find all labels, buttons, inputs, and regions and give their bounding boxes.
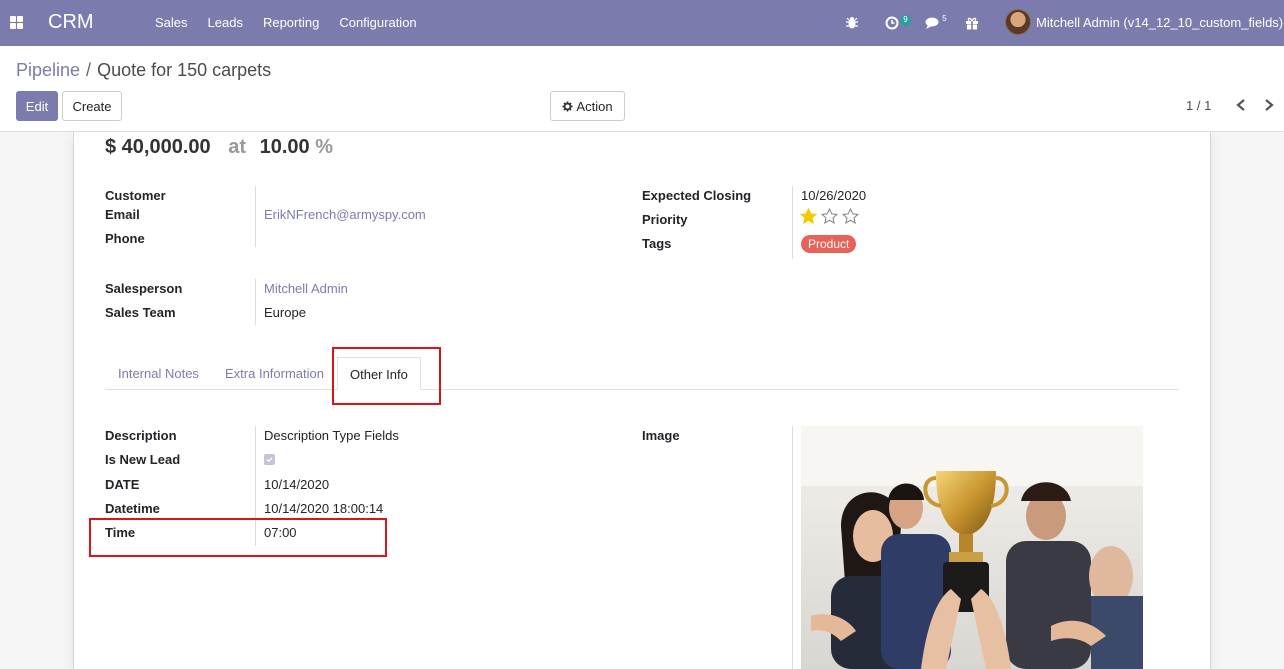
user-name: Mitchell Admin (v14_12_10_custom_fields)	[1036, 14, 1284, 30]
create-button[interactable]: Create	[62, 91, 122, 121]
breadcrumb: Pipeline / Quote for 150 carpets	[16, 60, 271, 81]
expected-revenue: $ 40,000.00 at 10.00 %	[105, 136, 333, 159]
sales-team-label: Sales Team	[105, 305, 176, 320]
description-label: Description	[105, 428, 177, 443]
lead-image[interactable]	[801, 426, 1143, 669]
date-label: DATE	[105, 477, 140, 492]
image-label: Image	[642, 428, 680, 443]
menu-leads[interactable]: Leads	[208, 15, 243, 30]
field-divider	[255, 426, 256, 546]
edit-button[interactable]: Edit	[16, 91, 58, 121]
sales-team-field[interactable]: Europe	[264, 305, 306, 320]
main-menu: Sales Leads Reporting Configuration	[155, 15, 417, 30]
apps-menu-icon[interactable]	[10, 16, 23, 29]
priority-star-icon[interactable]	[799, 207, 818, 225]
field-divider	[792, 426, 793, 669]
activity-clock-icon[interactable]: 9	[885, 13, 911, 33]
priority-star-icon[interactable]	[841, 207, 860, 225]
check-icon	[266, 457, 273, 463]
chevron-right-icon[interactable]	[1262, 97, 1276, 113]
field-divider	[792, 186, 793, 259]
menu-configuration[interactable]: Configuration	[339, 15, 416, 30]
expected-closing-label: Expected Closing	[642, 188, 752, 203]
at-label: at	[228, 136, 247, 158]
datetime-label: Datetime	[105, 501, 160, 516]
tags-label: Tags	[642, 236, 672, 251]
action-button[interactable]: Action	[550, 91, 625, 121]
tab-internal-notes[interactable]: Internal Notes	[118, 357, 199, 390]
menu-sales[interactable]: Sales	[155, 15, 188, 30]
datetime-field[interactable]: 10/14/2020 18:00:14	[264, 501, 383, 516]
action-label: Action	[576, 98, 613, 114]
priority-label: Priority	[642, 212, 688, 227]
expected-closing-field[interactable]: 10/26/2020	[801, 188, 866, 203]
is-new-lead-checkbox[interactable]	[264, 454, 275, 465]
field-divider	[255, 186, 256, 247]
debug-bug-icon[interactable]	[845, 13, 863, 33]
is-new-lead-label: Is New Lead	[105, 452, 181, 467]
customer-label: Customer	[105, 188, 166, 203]
top-navbar: CRM Sales Leads Reporting Configuration …	[0, 0, 1284, 46]
probability-value[interactable]: 10.00	[260, 136, 310, 158]
gear-icon	[562, 100, 573, 112]
user-menu[interactable]: Mitchell Admin (v14_12_10_custom_fields)	[1005, 9, 1283, 35]
breadcrumb-pipeline[interactable]: Pipeline	[16, 60, 80, 80]
field-divider	[255, 279, 256, 325]
priority-star-icon[interactable]	[820, 207, 839, 225]
tab-extra-information[interactable]: Extra Information	[225, 357, 324, 390]
salesperson-label: Salesperson	[105, 281, 183, 296]
tab-other-info[interactable]: Other Info	[337, 357, 421, 390]
control-panel: Pipeline / Quote for 150 carpets Edit Crea…	[0, 46, 1284, 132]
messages-badge: 5	[942, 14, 947, 23]
phone-label: Phone	[105, 231, 145, 246]
avatar	[1005, 9, 1031, 35]
email-label: Email	[105, 207, 140, 222]
menu-reporting[interactable]: Reporting	[263, 15, 319, 30]
activity-badge: 9	[900, 15, 911, 26]
time-field[interactable]: 07:00	[264, 525, 297, 540]
pager-value[interactable]: 1 / 1	[1186, 98, 1211, 113]
breadcrumb-separator: /	[86, 60, 92, 80]
chevron-left-icon[interactable]	[1234, 97, 1248, 113]
percent-sign: %	[315, 136, 333, 158]
priority-stars	[799, 207, 860, 225]
time-label: Time	[105, 525, 136, 540]
tag-product[interactable]: Product	[801, 235, 857, 253]
systray: 9 5	[845, 10, 1005, 36]
salesperson-field[interactable]: Mitchell Admin	[264, 281, 348, 296]
messages-chat-icon[interactable]: 5	[925, 13, 947, 33]
app-name[interactable]: CRM	[48, 11, 94, 34]
gift-icon[interactable]	[965, 13, 983, 33]
email-field[interactable]: ErikNFrench@armyspy.com	[264, 207, 426, 222]
date-field[interactable]: 10/14/2020	[264, 477, 329, 492]
amount-value[interactable]: $ 40,000.00	[105, 136, 211, 158]
breadcrumb-current: Quote for 150 carpets	[97, 60, 272, 80]
description-field[interactable]: Description Type Fields	[264, 428, 399, 443]
